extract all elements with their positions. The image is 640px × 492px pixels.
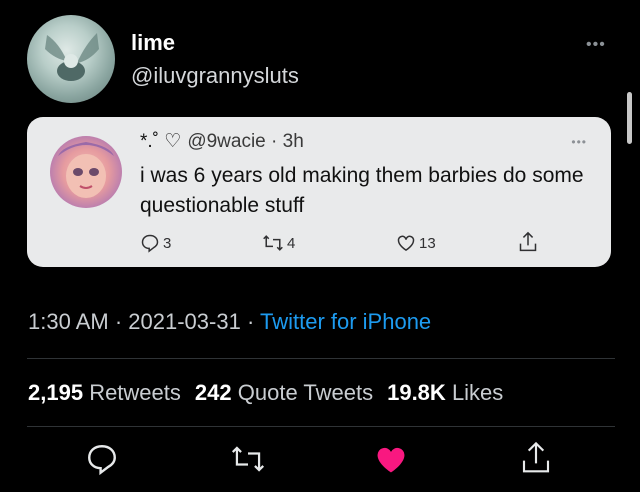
retweets-stat[interactable]: 2,195 Retweets bbox=[28, 380, 181, 405]
like-button[interactable] bbox=[373, 442, 409, 476]
separator: · bbox=[108, 309, 129, 334]
reply-icon bbox=[141, 234, 159, 253]
quoted-share-button[interactable] bbox=[518, 231, 538, 253]
retweet-button[interactable] bbox=[230, 442, 266, 476]
separator: · bbox=[240, 309, 260, 334]
reply-icon bbox=[88, 445, 116, 476]
avatar-image bbox=[45, 33, 99, 81]
quoted-header: *.˚ ♡ @9wacie · 3h bbox=[140, 130, 304, 153]
tweet-stats: 2,195 Retweets 242 Quote Tweets 19.8K Like… bbox=[28, 380, 503, 406]
author-handle[interactable]: @iluvgrannysluts bbox=[131, 63, 299, 89]
share-icon bbox=[522, 441, 550, 473]
quoted-retweet-button[interactable]: 4 bbox=[262, 233, 295, 253]
quoted-like-button[interactable]: 13 bbox=[396, 233, 436, 253]
retweet-icon bbox=[263, 235, 283, 251]
quoted-tweet-card[interactable]: *.˚ ♡ @9wacie · 3h ••• i was 6 years old … bbox=[27, 117, 611, 267]
scrollbar[interactable] bbox=[627, 92, 632, 144]
heart-icon bbox=[397, 235, 415, 251]
author-name[interactable]: lime bbox=[131, 30, 175, 56]
quoted-like-count: 13 bbox=[419, 234, 436, 252]
quoted-display-name[interactable]: *.˚ ♡ bbox=[140, 131, 181, 152]
quoted-more-options-icon[interactable]: ••• bbox=[571, 135, 587, 149]
quoted-retweet-count: 4 bbox=[287, 234, 296, 252]
author-avatar[interactable] bbox=[27, 15, 115, 103]
avatar-image bbox=[58, 142, 114, 198]
heart-filled-icon bbox=[377, 447, 405, 473]
tweet-timestamp: 1:30 AM · 2021-03-31 · Twitter for iPhon… bbox=[28, 309, 431, 335]
reply-button[interactable] bbox=[85, 442, 119, 476]
quoted-handle-time[interactable]: @9wacie · 3h bbox=[187, 131, 303, 152]
share-button[interactable] bbox=[520, 440, 552, 476]
quoted-tweet-text: i was 6 years old making them barbies do… bbox=[140, 164, 584, 217]
tweet-source-link[interactable]: Twitter for iPhone bbox=[260, 309, 431, 334]
likes-stat[interactable]: 19.8K Likes bbox=[387, 380, 503, 405]
divider bbox=[27, 426, 615, 427]
quote-tweets-stat[interactable]: 242 Quote Tweets bbox=[195, 380, 373, 405]
tweet-time[interactable]: 1:30 AM bbox=[28, 309, 109, 334]
retweet-icon bbox=[231, 446, 265, 472]
share-icon bbox=[519, 231, 537, 252]
more-options-icon[interactable]: ••• bbox=[586, 36, 606, 54]
quoted-reply-button[interactable]: 3 bbox=[140, 233, 171, 253]
quoted-reply-count: 3 bbox=[163, 234, 172, 252]
quoted-author-avatar[interactable] bbox=[50, 136, 122, 208]
tweet-date[interactable]: 2021-03-31 bbox=[128, 309, 241, 334]
divider bbox=[27, 358, 615, 359]
